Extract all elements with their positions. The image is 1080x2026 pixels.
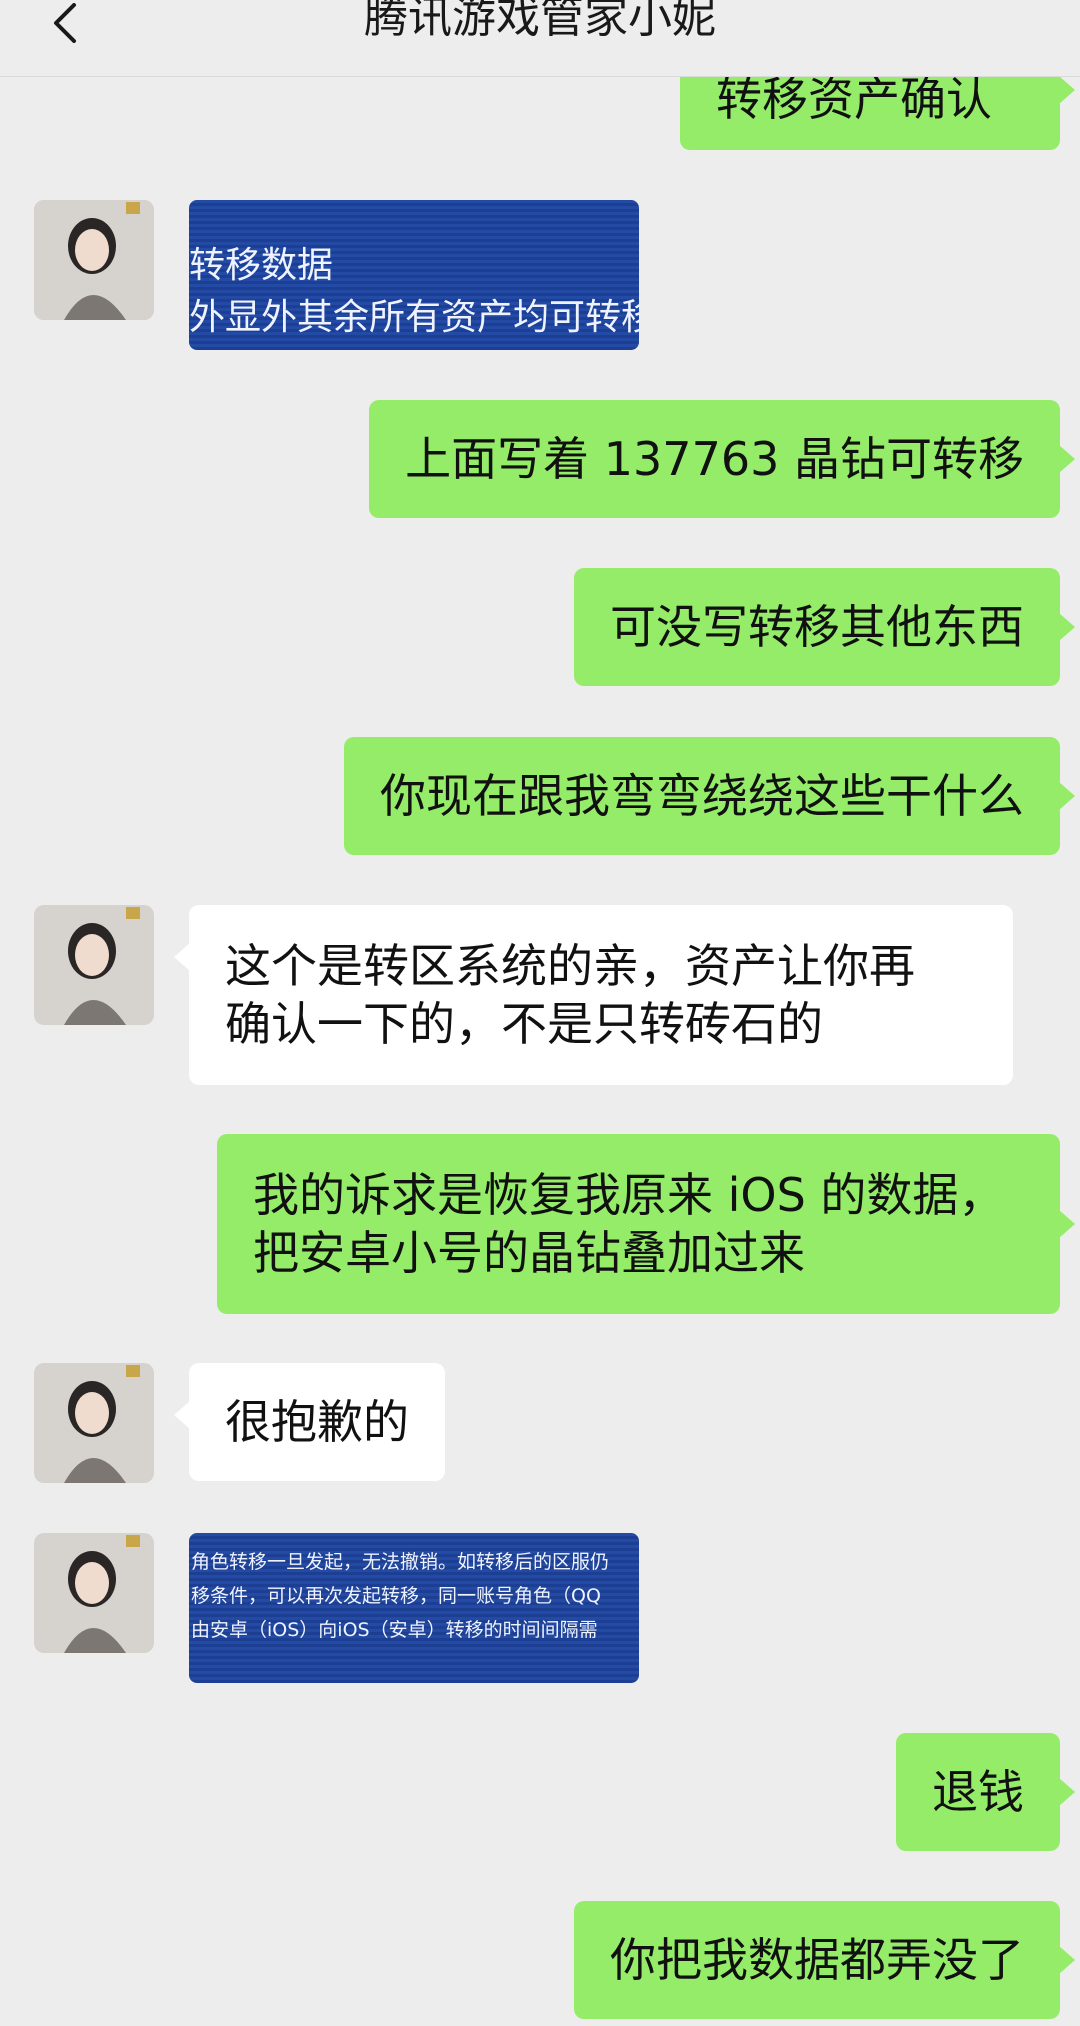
message-text: 我的诉求是恢复我原来 iOS 的数据， [253,1168,1005,1222]
message-bubble-sent[interactable]: 你把我数据都弄没了 [574,1901,1075,2019]
chat-title: 腾讯游戏管家小妮 [364,0,716,43]
agent-avatar[interactable] [34,200,154,320]
message-bubble-sent[interactable]: 我的诉求是恢复我原来 iOS 的数据， 把安卓小号的晶钻叠加过来 [217,1134,1075,1314]
image-text-line: 角色转移一旦发起，无法撤销。如转移后的区服仍 [191,1551,610,1573]
message-text: 可没写转移其他东西 [610,600,1024,654]
message-bubble-sent[interactable]: 退钱 [896,1733,1075,1851]
message-bubble-sent[interactable]: 上面写着 137763 晶钻可转移 [369,400,1075,518]
image-text-line: 外显外其余所有资产均可转移 [189,297,639,338]
message-bubble-sent[interactable]: 你现在跟我弯弯绕绕这些干什么 [344,737,1075,855]
message-text: 把安卓小号的晶钻叠加过来 [253,1226,805,1280]
chat-header: 腾讯游戏管家小妮 [0,0,1080,77]
message-text: 转移资产确认 [716,72,992,126]
message-bubble-received[interactable]: 很抱歉的 [174,1363,445,1481]
agent-avatar[interactable] [34,1363,154,1483]
image-message[interactable]: 转移数据 外显外其余所有资产均可转移 [189,200,639,350]
message-bubble-received[interactable]: 这个是转区系统的亲，资产让你再 确认一下的，不是只转砖石的 [174,905,1013,1085]
agent-avatar[interactable] [34,905,154,1025]
agent-avatar[interactable] [34,1533,154,1653]
image-text-line: 转移数据 [189,245,334,286]
message-text: 退钱 [932,1765,1024,1819]
message-text: 这个是转区系统的亲，资产让你再 [225,939,915,993]
message-text: 上面写着 137763 晶钻可转移 [405,432,1024,486]
image-text-line: 移条件，可以再次发起转移，同一账号角色（QQ [191,1585,601,1607]
message-bubble-sent[interactable]: 可没写转移其他东西 [574,568,1075,686]
message-text: 你现在跟我弯弯绕绕这些干什么 [380,769,1024,823]
message-text: 确认一下的，不是只转砖石的 [225,997,823,1051]
message-text: 你把我数据都弄没了 [610,1933,1024,1987]
image-message[interactable]: 角色转移一旦发起，无法撤销。如转移后的区服仍 移条件，可以再次发起转移，同一账号… [189,1533,639,1683]
message-text: 很抱歉的 [225,1395,409,1449]
image-text-line: 由安卓（iOS）向iOS（安卓）转移的时间间隔需 [191,1619,598,1641]
